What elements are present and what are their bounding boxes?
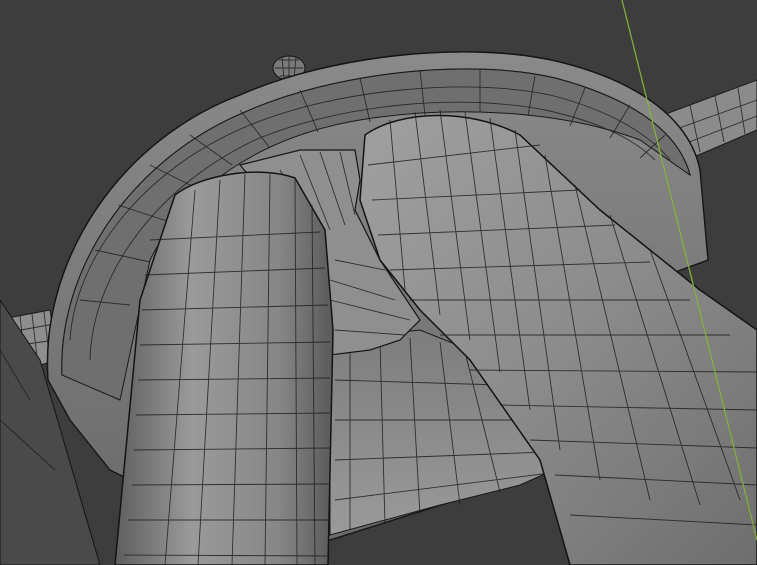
mesh-scene[interactable]: [0, 0, 757, 565]
3d-viewport[interactable]: [0, 0, 757, 565]
